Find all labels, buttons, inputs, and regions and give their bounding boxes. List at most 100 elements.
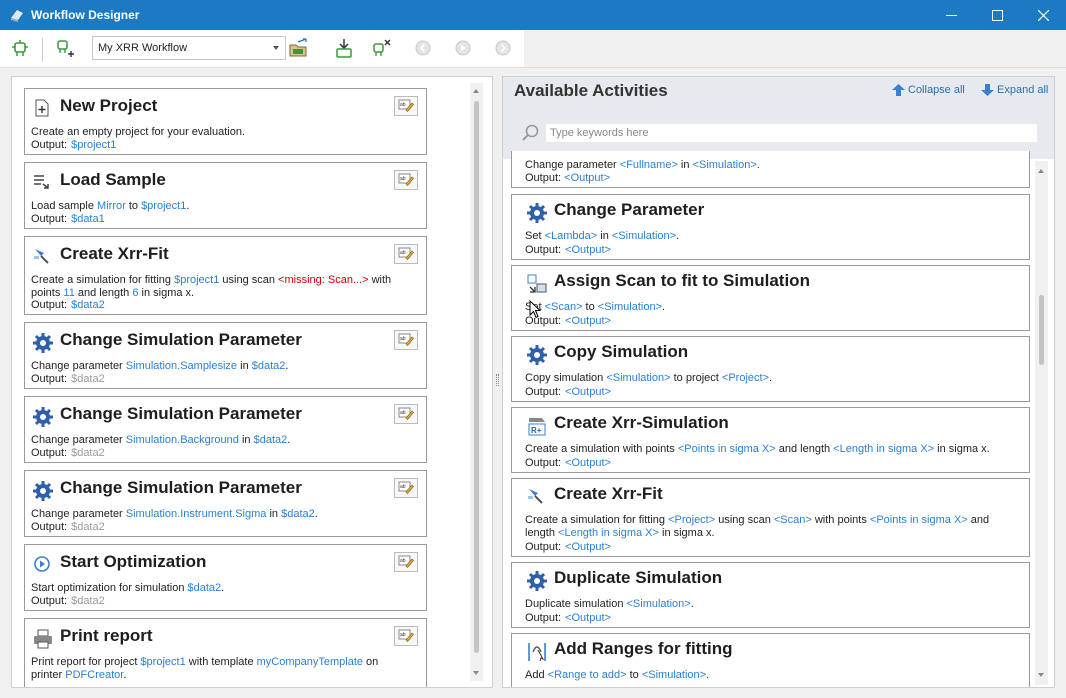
toolbar-separator [42, 38, 43, 62]
output-variable[interactable]: <Output> [565, 457, 611, 469]
output-variable[interactable]: $data2 [71, 595, 105, 607]
activity-card[interactable]: R+ Create Xrr-Simulation Create a simulati… [511, 407, 1030, 473]
parameter-link[interactable]: <Points in sigma X> [870, 514, 968, 526]
output-variable[interactable]: $data2 [71, 299, 105, 311]
parameter-link[interactable]: $data2 [281, 508, 315, 520]
edit-step-button[interactable]: ab [394, 404, 418, 424]
workflow-step-card[interactable]: Load Sample ab Load sample Mirror to $proj… [24, 162, 427, 229]
parameter-link[interactable]: <Points in sigma X> [678, 443, 776, 455]
activities-scrollbar[interactable] [1035, 161, 1048, 685]
scroll-down-icon[interactable] [1038, 673, 1044, 677]
delete-activity-button[interactable] [370, 37, 392, 59]
import-button[interactable] [333, 37, 355, 59]
scroll-thumb[interactable] [1039, 295, 1044, 365]
add-activity-button[interactable] [54, 37, 76, 59]
activity-card[interactable]: Assign Scan to fit to Simulation Set <Sca… [511, 265, 1030, 331]
parameter-link[interactable]: <Simulation> [598, 301, 662, 313]
output-variable[interactable]: <Output> [565, 315, 611, 327]
edit-icon: ab [398, 407, 414, 420]
edit-step-button[interactable]: ab [394, 626, 418, 646]
parameter-link[interactable]: <Lambda> [545, 230, 598, 242]
parameter-link[interactable]: $data2 [188, 582, 222, 594]
description-text: in [597, 230, 612, 242]
parameter-link[interactable]: <Length in sigma X> [558, 527, 659, 539]
workflow-select[interactable]: My XRR Workflow [92, 36, 286, 60]
parameter-link[interactable]: Simulation.Instrument.Sigma [126, 508, 267, 520]
workflow-step-card[interactable]: Print report ab Print report for project $… [24, 618, 427, 687]
parameter-link[interactable]: Simulation.Background [126, 434, 239, 446]
parameter-link[interactable]: <Scan> [545, 301, 583, 313]
workflow-step-card[interactable]: Create Xrr-Fit ab Create a simulation for … [24, 236, 427, 315]
forward-button[interactable] [492, 37, 514, 59]
parameter-link[interactable]: <Project> [722, 372, 769, 384]
parameter-link[interactable]: Mirror [97, 200, 126, 212]
workflow-step-card[interactable]: Change Simulation Parameter ab Change para… [24, 470, 427, 537]
activity-card[interactable]: Duplicate Simulation Duplicate simulation… [511, 562, 1030, 628]
parameter-link[interactable]: <Range to add> [548, 669, 627, 681]
parameter-link[interactable]: <Simulation> [693, 159, 757, 171]
output-variable[interactable]: <Output> [565, 386, 611, 398]
edit-step-button[interactable]: ab [394, 552, 418, 572]
parameter-link[interactable]: PDFCreator [65, 669, 123, 681]
new-workflow-button[interactable] [9, 37, 31, 59]
activity-card-partial[interactable]: Change parameter <Fullname> in <Simulati… [511, 151, 1030, 188]
edit-step-button[interactable]: ab [394, 244, 418, 264]
scroll-down-icon[interactable] [473, 671, 479, 675]
parameter-link[interactable]: $project1 [141, 200, 186, 212]
parameter-link[interactable]: <Length in sigma X> [833, 443, 934, 455]
parameter-link[interactable]: $project1 [140, 656, 185, 668]
activity-card[interactable]: Change Parameter Set <Lambda> in <Simulat… [511, 194, 1030, 260]
parameter-link[interactable]: $data2 [254, 434, 288, 446]
activity-card[interactable]: Copy Simulation Copy simulation <Simulati… [511, 336, 1030, 402]
run-button[interactable] [452, 37, 474, 59]
panel-splitter[interactable] [496, 374, 499, 386]
parameter-link[interactable]: myCompanyTemplate [257, 656, 363, 668]
parameter-link[interactable]: <Simulation> [642, 669, 706, 681]
missing-parameter[interactable]: <missing: Scan...> [278, 274, 369, 286]
description-text: . [756, 159, 760, 171]
output-variable[interactable]: $project1 [71, 139, 116, 151]
workflow-step-card[interactable]: Start Optimization ab Start optimization f… [24, 544, 427, 611]
parameter-link[interactable]: <Simulation> [606, 372, 670, 384]
workflow-step-card[interactable]: Change Simulation Parameter ab Change para… [24, 322, 427, 389]
scroll-up-icon[interactable] [473, 89, 479, 93]
parameter-link[interactable]: <Simulation> [612, 230, 676, 242]
parameter-link[interactable]: $project1 [174, 274, 219, 286]
workflow-scrollbar[interactable] [470, 83, 483, 681]
parameter-link[interactable]: $data2 [252, 360, 286, 372]
edit-step-button[interactable]: ab [394, 478, 418, 498]
back-button[interactable] [412, 37, 434, 59]
parameter-link[interactable]: <Simulation> [627, 598, 691, 610]
maximize-button[interactable] [974, 0, 1020, 30]
parameter-link[interactable]: <Project> [668, 514, 715, 526]
description-text: in [266, 508, 282, 520]
open-workflow-button[interactable] [288, 37, 310, 59]
activity-card[interactable]: Create Xrr-Fit Create a simulation for fi… [511, 478, 1030, 557]
output-variable[interactable]: $data2 [71, 447, 105, 459]
step-description: Create an empty project for your evaluat… [31, 126, 401, 139]
workflow-step-card[interactable]: Change Simulation Parameter ab Change para… [24, 396, 427, 463]
expand-all-button[interactable]: Expand all [981, 84, 1048, 96]
edit-step-button[interactable]: ab [394, 330, 418, 350]
description-text: using scan [715, 514, 774, 526]
parameter-link[interactable]: Simulation.Samplesize [126, 360, 237, 372]
output-variable[interactable]: <Output> [565, 541, 611, 553]
output-variable[interactable]: <Output> [565, 612, 611, 624]
close-button[interactable] [1020, 0, 1066, 30]
output-variable[interactable]: <Output> [565, 244, 611, 256]
output-variable[interactable]: $data1 [71, 213, 105, 225]
parameter-link[interactable]: <Scan> [774, 514, 812, 526]
edit-step-button[interactable]: ab [394, 170, 418, 190]
edit-step-button[interactable]: ab [394, 96, 418, 116]
collapse-all-button[interactable]: Collapse all [892, 84, 965, 96]
scroll-thumb[interactable] [474, 101, 479, 653]
parameter-link[interactable]: <Fullname> [620, 159, 678, 171]
output-variable[interactable]: $data2 [71, 373, 105, 385]
minimize-button[interactable] [928, 0, 974, 30]
parameter-link[interactable]: 11 [63, 287, 74, 299]
output-variable[interactable]: $data2 [71, 521, 105, 533]
workflow-step-card[interactable]: New Project ab Create an empty project for… [24, 88, 427, 155]
search-input[interactable]: Type keywords here [545, 123, 1038, 143]
activity-card[interactable]: Add Ranges for fitting Add <Range to add>… [511, 633, 1030, 687]
scroll-up-icon[interactable] [1038, 169, 1044, 173]
